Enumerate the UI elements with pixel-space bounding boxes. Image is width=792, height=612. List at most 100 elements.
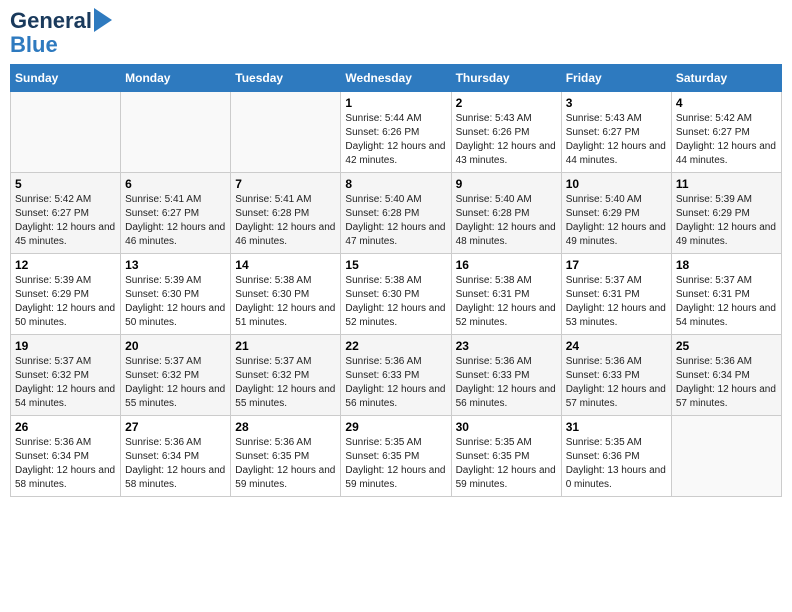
calendar-day-cell: 4Sunrise: 5:42 AM Sunset: 6:27 PM Daylig… xyxy=(671,92,781,173)
day-number: 8 xyxy=(345,177,446,191)
calendar-day-cell: 15 Sunrise: 5:38 AM Sunset: 6:30 PM Dayli… xyxy=(341,254,451,335)
logo: General Blue xyxy=(10,10,112,56)
day-number: 31 xyxy=(566,420,667,434)
calendar-day-cell: 13 Sunrise: 5:39 AM Sunset: 6:30 PM Dayli… xyxy=(121,254,231,335)
calendar-day-cell xyxy=(121,92,231,173)
calendar-header-thursday: Thursday xyxy=(451,65,561,92)
day-number: 20 xyxy=(125,339,226,353)
day-detail: Sunrise: 5:36 AM Sunset: 6:34 PM Dayligh… xyxy=(676,355,777,411)
day-detail: Sunrise: 5:43 AM Sunset: 6:27 PM Dayligh… xyxy=(566,112,667,168)
calendar-day-cell xyxy=(671,416,781,497)
day-detail: Sunrise: 5:36 AM Sunset: 6:34 PM Dayligh… xyxy=(125,436,226,492)
day-number: 3 xyxy=(566,96,667,110)
calendar-day-cell: 23 Sunrise: 5:36 AM Sunset: 6:33 PM Dayli… xyxy=(451,335,561,416)
day-detail: Sunrise: 5:41 AM Sunset: 6:28 PM Dayligh… xyxy=(235,193,336,249)
calendar-day-cell: 22 Sunrise: 5:36 AM Sunset: 6:33 PM Dayli… xyxy=(341,335,451,416)
day-number: 2 xyxy=(456,96,557,110)
calendar-day-cell: 30 Sunrise: 5:35 AM Sunset: 6:35 PM Dayli… xyxy=(451,416,561,497)
day-detail: Sunrise: 5:36 AM Sunset: 6:33 PM Dayligh… xyxy=(456,355,557,411)
day-number: 14 xyxy=(235,258,336,272)
calendar-day-cell: 11Sunrise: 5:39 AM Sunset: 6:29 PM Dayli… xyxy=(671,173,781,254)
calendar-day-cell xyxy=(231,92,341,173)
day-number: 19 xyxy=(15,339,116,353)
calendar-day-cell: 26 Sunrise: 5:36 AM Sunset: 6:34 PM Dayli… xyxy=(11,416,121,497)
day-number: 27 xyxy=(125,420,226,434)
calendar-day-cell: 16 Sunrise: 5:38 AM Sunset: 6:31 PM Dayli… xyxy=(451,254,561,335)
calendar-day-cell: 5Sunrise: 5:42 AM Sunset: 6:27 PM Daylig… xyxy=(11,173,121,254)
day-detail: Sunrise: 5:37 AM Sunset: 6:32 PM Dayligh… xyxy=(125,355,226,411)
calendar-day-cell: 17 Sunrise: 5:37 AM Sunset: 6:31 PM Dayli… xyxy=(561,254,671,335)
day-number: 22 xyxy=(345,339,446,353)
day-detail: Sunrise: 5:41 AM Sunset: 6:27 PM Dayligh… xyxy=(125,193,226,249)
calendar-header-sunday: Sunday xyxy=(11,65,121,92)
day-detail: Sunrise: 5:36 AM Sunset: 6:34 PM Dayligh… xyxy=(15,436,116,492)
calendar-day-cell: 9Sunrise: 5:40 AM Sunset: 6:28 PM Daylig… xyxy=(451,173,561,254)
day-detail: Sunrise: 5:38 AM Sunset: 6:31 PM Dayligh… xyxy=(456,274,557,330)
logo-text-blue: Blue xyxy=(10,34,58,56)
calendar-day-cell: 10 Sunrise: 5:40 AM Sunset: 6:29 PM Dayli… xyxy=(561,173,671,254)
day-detail: Sunrise: 5:44 AM Sunset: 6:26 PM Dayligh… xyxy=(345,112,446,168)
day-detail: Sunrise: 5:43 AM Sunset: 6:26 PM Dayligh… xyxy=(456,112,557,168)
calendar-day-cell: 27 Sunrise: 5:36 AM Sunset: 6:34 PM Dayli… xyxy=(121,416,231,497)
day-number: 11 xyxy=(676,177,777,191)
calendar-day-cell: 31 Sunrise: 5:35 AM Sunset: 6:36 PM Dayli… xyxy=(561,416,671,497)
day-detail: Sunrise: 5:40 AM Sunset: 6:28 PM Dayligh… xyxy=(345,193,446,249)
calendar-day-cell: 24 Sunrise: 5:36 AM Sunset: 6:33 PM Dayli… xyxy=(561,335,671,416)
day-detail: Sunrise: 5:37 AM Sunset: 6:32 PM Dayligh… xyxy=(235,355,336,411)
calendar-day-cell: 2 Sunrise: 5:43 AM Sunset: 6:26 PM Daylig… xyxy=(451,92,561,173)
logo-arrow-icon xyxy=(94,8,112,32)
day-detail: Sunrise: 5:36 AM Sunset: 6:33 PM Dayligh… xyxy=(566,355,667,411)
calendar-day-cell: 1Sunrise: 5:44 AM Sunset: 6:26 PM Daylig… xyxy=(341,92,451,173)
calendar-day-cell: 18Sunrise: 5:37 AM Sunset: 6:31 PM Dayli… xyxy=(671,254,781,335)
calendar-week-row: 5Sunrise: 5:42 AM Sunset: 6:27 PM Daylig… xyxy=(11,173,782,254)
day-detail: Sunrise: 5:37 AM Sunset: 6:31 PM Dayligh… xyxy=(566,274,667,330)
day-detail: Sunrise: 5:39 AM Sunset: 6:29 PM Dayligh… xyxy=(15,274,116,330)
day-number: 7 xyxy=(235,177,336,191)
day-detail: Sunrise: 5:35 AM Sunset: 6:35 PM Dayligh… xyxy=(456,436,557,492)
calendar-day-cell: 19 Sunrise: 5:37 AM Sunset: 6:32 PM Dayli… xyxy=(11,335,121,416)
page-header: General Blue xyxy=(10,10,782,56)
day-number: 23 xyxy=(456,339,557,353)
calendar-day-cell xyxy=(11,92,121,173)
day-number: 17 xyxy=(566,258,667,272)
day-number: 24 xyxy=(566,339,667,353)
calendar-week-row: 1Sunrise: 5:44 AM Sunset: 6:26 PM Daylig… xyxy=(11,92,782,173)
calendar-day-cell: 12 Sunrise: 5:39 AM Sunset: 6:29 PM Dayli… xyxy=(11,254,121,335)
day-number: 12 xyxy=(15,258,116,272)
calendar-header-tuesday: Tuesday xyxy=(231,65,341,92)
day-number: 6 xyxy=(125,177,226,191)
calendar-day-cell: 8 Sunrise: 5:40 AM Sunset: 6:28 PM Daylig… xyxy=(341,173,451,254)
calendar-day-cell: 6 Sunrise: 5:41 AM Sunset: 6:27 PM Daylig… xyxy=(121,173,231,254)
calendar-body: 1Sunrise: 5:44 AM Sunset: 6:26 PM Daylig… xyxy=(11,92,782,497)
day-number: 26 xyxy=(15,420,116,434)
calendar-header-friday: Friday xyxy=(561,65,671,92)
day-detail: Sunrise: 5:38 AM Sunset: 6:30 PM Dayligh… xyxy=(235,274,336,330)
day-number: 9 xyxy=(456,177,557,191)
calendar-table: SundayMondayTuesdayWednesdayThursdayFrid… xyxy=(10,64,782,497)
day-number: 15 xyxy=(345,258,446,272)
day-detail: Sunrise: 5:39 AM Sunset: 6:30 PM Dayligh… xyxy=(125,274,226,330)
day-number: 28 xyxy=(235,420,336,434)
day-number: 16 xyxy=(456,258,557,272)
day-number: 18 xyxy=(676,258,777,272)
calendar-week-row: 19 Sunrise: 5:37 AM Sunset: 6:32 PM Dayli… xyxy=(11,335,782,416)
day-number: 30 xyxy=(456,420,557,434)
day-number: 5 xyxy=(15,177,116,191)
day-number: 13 xyxy=(125,258,226,272)
day-detail: Sunrise: 5:38 AM Sunset: 6:30 PM Dayligh… xyxy=(345,274,446,330)
day-number: 10 xyxy=(566,177,667,191)
calendar-day-cell: 29 Sunrise: 5:35 AM Sunset: 6:35 PM Dayli… xyxy=(341,416,451,497)
day-number: 21 xyxy=(235,339,336,353)
calendar-day-cell: 25 Sunrise: 5:36 AM Sunset: 6:34 PM Dayli… xyxy=(671,335,781,416)
calendar-header-wednesday: Wednesday xyxy=(341,65,451,92)
calendar-day-cell: 14 Sunrise: 5:38 AM Sunset: 6:30 PM Dayli… xyxy=(231,254,341,335)
day-number: 29 xyxy=(345,420,446,434)
day-detail: Sunrise: 5:40 AM Sunset: 6:29 PM Dayligh… xyxy=(566,193,667,249)
day-detail: Sunrise: 5:37 AM Sunset: 6:32 PM Dayligh… xyxy=(15,355,116,411)
day-number: 25 xyxy=(676,339,777,353)
day-detail: Sunrise: 5:36 AM Sunset: 6:33 PM Dayligh… xyxy=(345,355,446,411)
day-detail: Sunrise: 5:35 AM Sunset: 6:36 PM Dayligh… xyxy=(566,436,667,492)
calendar-header-monday: Monday xyxy=(121,65,231,92)
day-detail: Sunrise: 5:35 AM Sunset: 6:35 PM Dayligh… xyxy=(345,436,446,492)
calendar-header-saturday: Saturday xyxy=(671,65,781,92)
